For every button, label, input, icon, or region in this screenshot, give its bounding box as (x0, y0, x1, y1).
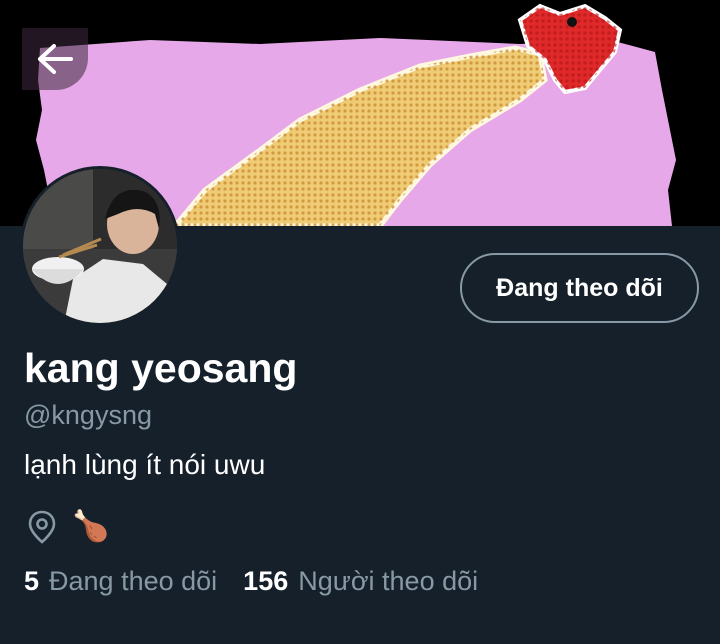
user-handle: @kngysng (24, 400, 152, 430)
follow-stats: 5 Đang theo dõi 156 Người theo dõi (24, 566, 478, 597)
following-label: Đang theo dõi (49, 566, 218, 596)
profile-meta: 🍗 (26, 507, 109, 547)
avatar[interactable] (20, 166, 180, 326)
display-name: kang yeosang (24, 345, 298, 391)
followers-count: 156 (243, 566, 289, 596)
location-text: 🍗 (72, 510, 110, 543)
avatar-photo (23, 169, 177, 323)
following-button[interactable]: Đang theo dõi (460, 253, 699, 323)
following-count: 5 (24, 566, 40, 596)
location-pin-icon (28, 510, 56, 544)
bio-text: lạnh lùng ít nói uwu (24, 449, 266, 480)
back-button[interactable] (22, 28, 88, 90)
followers-label: Người theo dõi (298, 566, 479, 596)
followers-link[interactable]: 156 Người theo dõi (243, 566, 478, 597)
arrow-left-icon (38, 44, 73, 74)
following-link[interactable]: 5 Đang theo dõi (24, 566, 217, 597)
